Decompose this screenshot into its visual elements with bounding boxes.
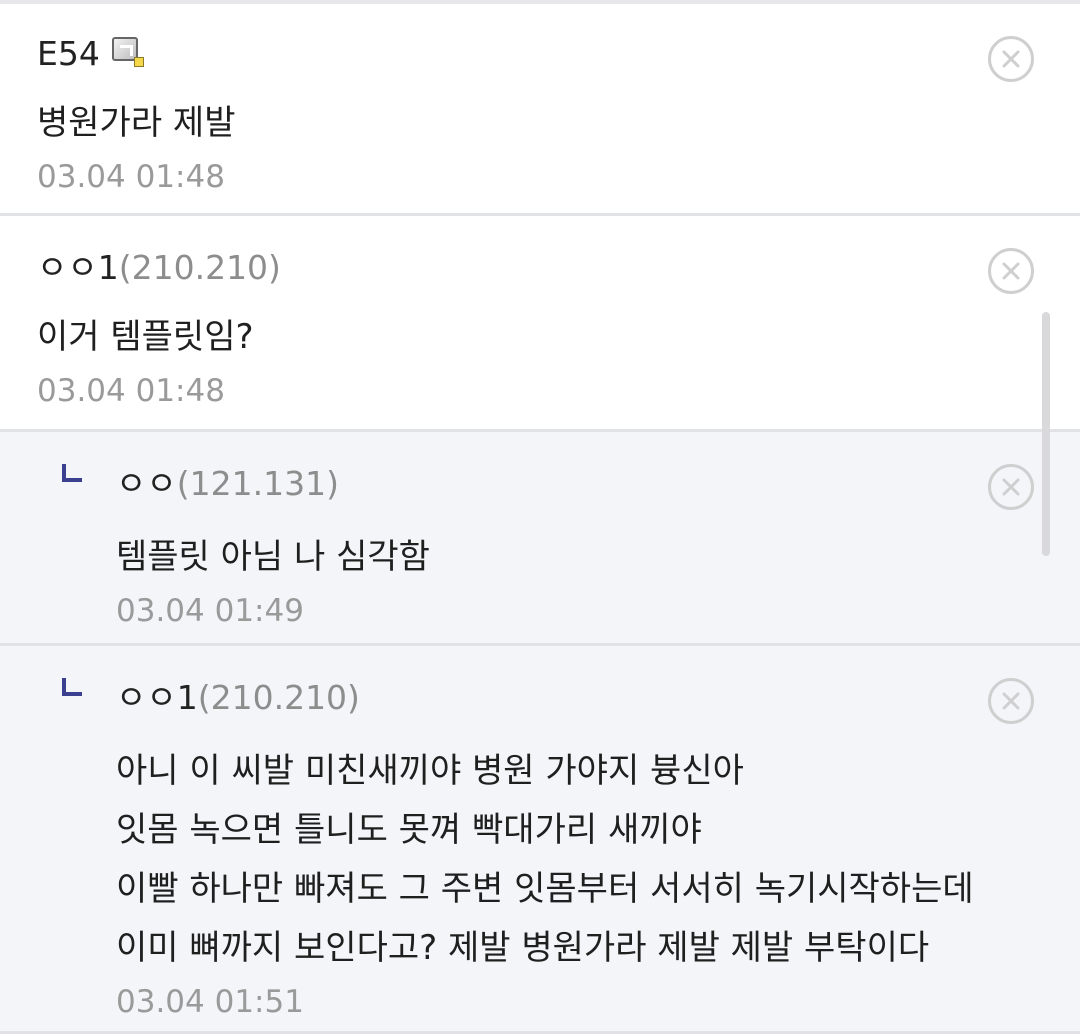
delete-comment-button[interactable]	[988, 36, 1034, 82]
comment-body: 아니 이 씨발 미친새끼야 병원 가야지 븅신아 잇몸 녹으면 틀니도 못껴 빡…	[116, 742, 1080, 978]
comment-nickname[interactable]: ㅇㅇ1	[37, 246, 119, 290]
comment-ip: (210.210)	[197, 678, 360, 717]
comment-text-line: 이빨 하나만 빠져도 그 주변 잇몸부터 서서히 녹기시작하는데	[116, 869, 974, 909]
comment-item: ㅇㅇ1 (210.210) 이거 템플릿임? 03.04 01:48	[0, 216, 1080, 432]
comment-author[interactable]: ㅇㅇ (121.131)	[116, 462, 1080, 506]
comment-timestamp: 03.04 01:48	[37, 373, 225, 409]
comment-body: 이거 템플릿임?	[37, 308, 1080, 367]
reply-item: ㅇㅇ (121.131) 템플릿 아님 나 심각함 03.04 01:49	[0, 432, 1080, 646]
reply-item: ㅇㅇ1 (210.210) 아니 이 씨발 미친새끼야 병원 가야지 븅신아 잇…	[0, 646, 1080, 1034]
comment-author[interactable]: E54	[37, 32, 1080, 76]
delete-comment-button[interactable]	[988, 248, 1034, 294]
circle-x-icon	[1002, 262, 1020, 280]
comment-item: E54 병원가라 제발 03.04 01:48	[0, 4, 1080, 216]
reply-arrow-icon	[62, 678, 82, 696]
comment-ip: (121.131)	[176, 464, 339, 503]
scrollbar[interactable]	[1042, 312, 1050, 556]
comment-nickname[interactable]: ㅇㅇ1	[116, 676, 198, 720]
circle-x-icon	[1002, 692, 1020, 710]
comment-author[interactable]: ㅇㅇ1 (210.210)	[116, 676, 1080, 720]
circle-x-icon	[1002, 478, 1020, 496]
comment-body: 병원가라 제발	[37, 94, 1080, 153]
delete-comment-button[interactable]	[988, 464, 1034, 510]
comment-text-line: 아니 이 씨발 미친새끼야 병원 가야지 븅신아	[116, 751, 744, 791]
comment-author[interactable]: ㅇㅇ1 (210.210)	[37, 246, 1080, 290]
comment-text-line: 템플릿 아님 나 심각함	[116, 537, 430, 577]
comment-nickname[interactable]: ㅇㅇ	[116, 462, 177, 506]
delete-comment-button[interactable]	[988, 678, 1034, 724]
comment-timestamp: 03.04 01:51	[116, 984, 304, 1020]
comment-body: 템플릿 아님 나 심각함	[116, 528, 1080, 587]
comment-timestamp: 03.04 01:48	[37, 159, 225, 195]
comment-text-line: 이미 뼈까지 보인다고? 제발 병원가라 제발 제발 부탁이다	[116, 928, 930, 968]
comment-ip: (210.210)	[118, 248, 281, 287]
comment-text-line: 병원가라 제발	[37, 103, 236, 143]
comment-text-line: 이거 템플릿임?	[37, 317, 254, 357]
comment-nickname[interactable]: E54	[37, 32, 100, 76]
circle-x-icon	[1002, 50, 1020, 68]
comment-list: E54 병원가라 제발 03.04 01:48 ㅇㅇ1 (210.210) 이거…	[0, 4, 1080, 1034]
reply-arrow-icon	[62, 464, 82, 482]
comment-text-line: 잇몸 녹으면 틀니도 못껴 빡대가리 새끼야	[116, 810, 702, 850]
gallog-icon[interactable]	[111, 37, 144, 67]
comment-timestamp: 03.04 01:49	[116, 593, 304, 629]
